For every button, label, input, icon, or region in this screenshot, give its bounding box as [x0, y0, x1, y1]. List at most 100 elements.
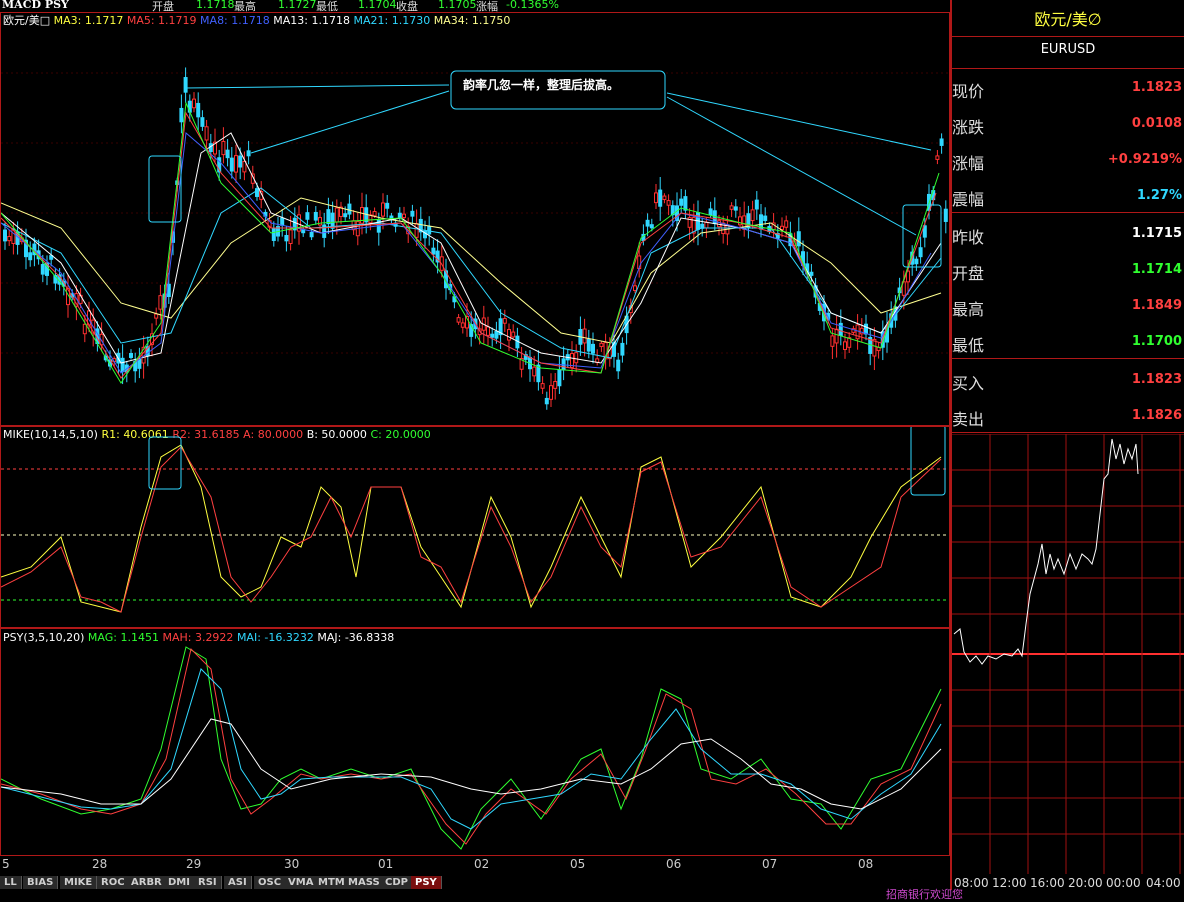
intraday-grid	[952, 433, 1184, 874]
candle-body	[221, 140, 226, 156]
quote-label: 买入	[952, 374, 985, 393]
quote-label: 卖出	[952, 410, 985, 429]
pair-symbol: EURUSD	[1040, 42, 1096, 57]
candle-body	[28, 252, 33, 261]
time-axis-label: 04:00	[1146, 876, 1181, 890]
candle-body	[200, 117, 205, 127]
mike-indicator-panel[interactable]: MIKE(10,14,5,10) R1: 40.6061 R2: 31.6185…	[0, 426, 950, 628]
indicator-title: MACD PSY	[2, 0, 69, 11]
open-value: 1.1718	[196, 0, 235, 11]
candle-body	[704, 221, 709, 229]
x-axis-label: 07	[762, 857, 778, 871]
x-axis-label: 08	[858, 857, 874, 871]
tab-bias[interactable]: BIAS	[23, 876, 59, 889]
right-panel-symbol: EURUSD	[952, 36, 1184, 69]
change-value: -0.1365%	[506, 0, 559, 11]
tab-mass[interactable]: MASS	[344, 876, 385, 889]
quote-row: 震幅 1.27%	[952, 176, 1184, 213]
quote-row: 涨幅 +0.9219%	[952, 140, 1184, 176]
candle-body	[486, 326, 490, 336]
candle-body	[334, 207, 339, 223]
candle-body	[620, 342, 625, 356]
close-value: 1.1705	[438, 0, 477, 11]
mike-r1-line	[1, 444, 942, 613]
candle-body	[204, 126, 209, 141]
candle-body	[381, 202, 385, 217]
candle-body	[3, 229, 7, 242]
candle-body	[397, 212, 402, 219]
tab-asi[interactable]: ASI	[224, 876, 252, 889]
candle-body	[918, 247, 923, 258]
quote-value: 0.0108	[1131, 116, 1182, 131]
quote-row: 最高 1.1849	[952, 286, 1184, 322]
tab-osc[interactable]: OSC	[254, 876, 287, 889]
quote-value: 1.1826	[1131, 408, 1182, 423]
candle-body	[733, 206, 738, 211]
tab-psy[interactable]: PSY	[411, 876, 442, 889]
candle-body	[313, 211, 318, 221]
candle-body	[456, 317, 461, 323]
tab-dmi[interactable]: DMI	[164, 876, 195, 889]
candle-body	[179, 107, 184, 123]
right-panel-title: 欧元/美∅	[952, 0, 1184, 37]
candle-body	[343, 213, 348, 218]
candle-body	[549, 385, 553, 400]
tab-roc[interactable]: ROC	[97, 876, 130, 889]
quote-value: 1.1823	[1131, 372, 1182, 387]
candle-body	[7, 236, 12, 242]
candle-body	[196, 102, 201, 118]
candlesticks	[3, 67, 948, 410]
intraday-chart-svg	[952, 433, 1184, 874]
ma8-line	[1, 132, 932, 374]
tab-mike[interactable]: MIKE	[60, 876, 98, 889]
price-chart-panel[interactable]: 欧元/美□ MA3: 1.1717 MA5: 1.1719 MA8: 1.171…	[0, 12, 950, 426]
candle-body	[271, 227, 276, 241]
quote-value: 1.1700	[1131, 334, 1182, 349]
intraday-chart[interactable]	[952, 433, 1184, 874]
x-axis-label: 02	[474, 857, 490, 871]
annotation-text: 韵率几忽一样，整理后拔高。	[463, 78, 620, 92]
candle-body	[238, 155, 243, 168]
candle-body	[137, 358, 142, 369]
tab-arbr[interactable]: ARBR	[127, 876, 167, 889]
candle-body	[490, 333, 495, 338]
quote-row: 现价 1.1823	[952, 68, 1184, 104]
tab-rsi[interactable]: RSI	[194, 876, 222, 889]
quote-row: 买入 1.1823	[952, 360, 1184, 396]
quote-label: 现价	[952, 82, 985, 101]
tab-cdp[interactable]: CDP	[381, 876, 413, 889]
tab-ll[interactable]: LL	[0, 876, 22, 889]
quote-row: 涨跌 0.0108	[952, 104, 1184, 140]
candle-body	[192, 98, 196, 109]
candle-body	[599, 342, 604, 348]
candle-body	[729, 205, 734, 210]
psy-chart-svg	[1, 646, 942, 850]
quote-summary-bar: MACD PSY 开盘 1.1718 最高 1.1727 最低 1.1704 收…	[0, 0, 950, 13]
candle-body	[834, 328, 839, 344]
quote-value: 1.1823	[1131, 80, 1182, 95]
candle-body	[633, 285, 637, 291]
candle-body	[591, 343, 595, 354]
candle-body	[326, 209, 331, 225]
candle-body	[830, 335, 835, 347]
candle-body	[280, 217, 285, 226]
x-axis-label: 05	[570, 857, 586, 871]
candle-body	[494, 330, 499, 339]
time-axis-label: 00:00	[1106, 876, 1141, 890]
candle-body	[225, 149, 230, 159]
time-axis-label: 20:00	[1068, 876, 1103, 890]
quote-label: 最高	[952, 300, 985, 319]
candle-body	[754, 199, 759, 210]
candle-body	[649, 224, 654, 229]
candle-body	[460, 322, 465, 328]
quote-row: 开盘 1.1714	[952, 250, 1184, 286]
candle-body	[309, 232, 314, 238]
candle-body	[582, 328, 587, 344]
psy-indicator-panel[interactable]: PSY(3,5,10,20) MAG: 1.1451 MAH: 3.2922 M…	[0, 628, 950, 856]
candle-body	[507, 329, 511, 341]
candle-body	[347, 203, 352, 215]
candle-body	[120, 357, 125, 373]
quote-row: 最低 1.1700	[952, 322, 1184, 359]
candle-body	[654, 192, 658, 204]
low-value: 1.1704	[358, 0, 397, 11]
